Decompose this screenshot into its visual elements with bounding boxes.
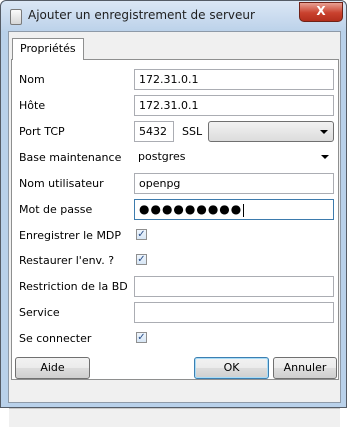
name-label: Nom <box>19 73 45 86</box>
db-restriction-field[interactable] <box>134 276 334 297</box>
save-password-checkbox[interactable]: ✓ <box>136 229 147 240</box>
save-password-label: Enregistrer le MDP <box>19 229 122 242</box>
port-label: Port TCP <box>19 125 65 138</box>
password-label: Mot de passe <box>19 203 93 216</box>
text-caret <box>243 203 245 217</box>
connect-checkbox[interactable]: ✓ <box>136 332 147 343</box>
password-mask: ●●●●●●●●● <box>139 202 243 216</box>
dialog-window: Ajouter un enregistrement de serveur X P… <box>0 0 347 427</box>
service-label: Service <box>19 306 60 319</box>
close-button[interactable]: X <box>299 2 343 22</box>
ssl-label: SSL <box>182 125 203 138</box>
ssl-dropdown[interactable] <box>208 121 334 142</box>
password-field[interactable]: ●●●●●●●●● <box>134 199 334 220</box>
document-icon <box>10 9 22 25</box>
port-field[interactable]: 5432 <box>134 121 174 142</box>
name-field[interactable]: 172.31.0.1 <box>134 69 334 90</box>
username-field[interactable]: openpg <box>134 173 334 194</box>
help-button[interactable]: Aide <box>15 357 90 379</box>
username-label: Nom utilisateur <box>19 177 104 190</box>
cancel-button[interactable]: Annuler <box>273 357 337 379</box>
title-bar[interactable]: Ajouter un enregistrement de serveur X <box>1 1 346 31</box>
restore-env-checkbox[interactable]: ✓ <box>136 254 147 265</box>
chevron-down-icon[interactable] <box>321 155 329 159</box>
host-field[interactable]: 172.31.0.1 <box>134 95 334 116</box>
maintenance-db-value: postgres <box>138 150 186 163</box>
properties-panel: Nom 172.31.0.1 Hôte 172.31.0.1 Port TCP … <box>11 59 339 380</box>
restore-env-label: Restaurer l'env. ? <box>19 254 115 267</box>
window-title: Ajouter un enregistrement de serveur <box>28 8 255 22</box>
maintenance-db-label: Base maintenance <box>19 151 122 164</box>
status-bar <box>9 408 340 427</box>
db-restriction-label: Restriction de la BD <box>19 280 128 293</box>
host-label: Hôte <box>19 99 46 112</box>
connect-label: Se connecter <box>19 332 92 345</box>
maintenance-db-combo[interactable]: postgres <box>134 147 334 168</box>
tab-properties[interactable]: Propriétés <box>12 38 84 60</box>
chevron-down-icon <box>320 130 328 134</box>
service-field[interactable] <box>134 302 334 323</box>
ok-button[interactable]: OK <box>194 357 269 379</box>
dialog-body: Propriétés Nom 172.31.0.1 Hôte 172.31.0.… <box>8 31 341 427</box>
